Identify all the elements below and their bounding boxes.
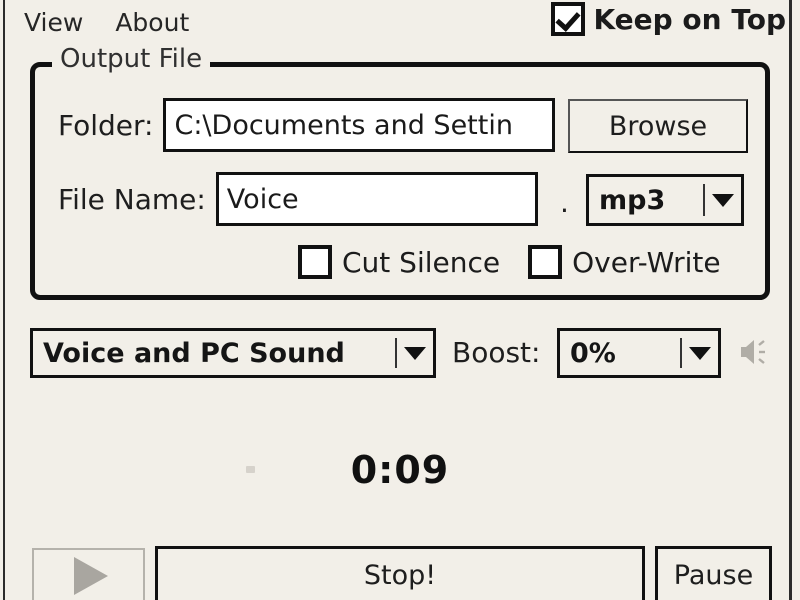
over-write-label: Over-Write [572, 246, 720, 279]
window-border-right [789, 0, 792, 600]
format-dropdown-value: mp3 [589, 185, 703, 216]
cut-silence-checkbox[interactable] [298, 245, 332, 279]
format-dropdown[interactable]: mp3 [586, 174, 744, 226]
chevron-down-icon[interactable] [682, 347, 718, 360]
file-name-input[interactable]: Voice [216, 172, 538, 226]
menu-item-about[interactable]: About [99, 6, 205, 39]
window-outer-margin [796, 0, 800, 600]
play-icon [74, 557, 108, 595]
stop-button[interactable]: Stop! [155, 546, 645, 600]
output-file-group-title: Output File [52, 44, 210, 74]
speaker-icon[interactable] [738, 336, 772, 368]
cut-silence-label: Cut Silence [342, 246, 500, 279]
chevron-down-icon[interactable] [397, 347, 433, 360]
application-window: View About Keep on Top Output File Folde… [0, 0, 800, 600]
boost-dropdown[interactable]: 0% [557, 328, 721, 378]
keep-on-top-label: Keep on Top [593, 3, 786, 36]
elapsed-time: 0:09 [0, 448, 800, 492]
file-name-row: File Name: Voice [58, 172, 538, 226]
menu-bar: View About [8, 4, 205, 40]
keep-on-top-checkbox[interactable] [551, 2, 585, 36]
chevron-down-icon[interactable] [705, 194, 741, 207]
output-options-row: Cut Silence Over-Write [298, 245, 739, 279]
audio-source-value: Voice and PC Sound [33, 338, 395, 369]
keep-on-top-control[interactable]: Keep on Top [551, 2, 786, 36]
audio-source-dropdown[interactable]: Voice and PC Sound [30, 328, 436, 378]
extension-separator: . [560, 186, 569, 219]
folder-input[interactable]: C:\Documents and Settin [163, 98, 555, 152]
menu-item-view[interactable]: View [8, 6, 99, 39]
pause-button[interactable]: Pause [655, 546, 772, 600]
boost-dropdown-value: 0% [560, 338, 680, 369]
window-border-left [3, 0, 5, 600]
folder-label: Folder: [58, 109, 153, 142]
folder-row: Folder: C:\Documents and Settin [58, 98, 555, 152]
over-write-checkbox[interactable] [528, 245, 562, 279]
record-button[interactable] [32, 548, 145, 600]
boost-label: Boost: [452, 336, 540, 369]
browse-button[interactable]: Browse [568, 99, 748, 153]
file-name-label: File Name: [58, 183, 206, 216]
